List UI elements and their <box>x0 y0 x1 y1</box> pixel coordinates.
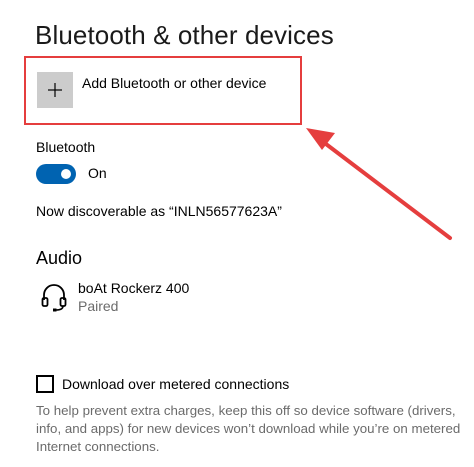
toggle-knob <box>61 169 71 179</box>
bluetooth-toggle[interactable] <box>36 164 76 184</box>
bluetooth-label: Bluetooth <box>36 139 96 155</box>
device-name[interactable]: boAt Rockerz 400 <box>78 280 189 296</box>
audio-heading: Audio <box>36 248 83 268</box>
metered-connections-checkbox[interactable] <box>36 375 54 393</box>
toggle-state-label: On <box>88 165 107 181</box>
page-title: Bluetooth & other devices <box>35 20 334 50</box>
metered-connections-label[interactable]: Download over metered connections <box>62 376 289 392</box>
metered-help-text: To help prevent extra charges, keep this… <box>36 403 461 454</box>
device-status: Paired <box>78 298 119 314</box>
headset-icon[interactable] <box>40 282 68 312</box>
discoverable-text: Now discoverable as “INLN56577623A” <box>36 203 282 219</box>
annotation-highlight-box <box>24 56 302 125</box>
